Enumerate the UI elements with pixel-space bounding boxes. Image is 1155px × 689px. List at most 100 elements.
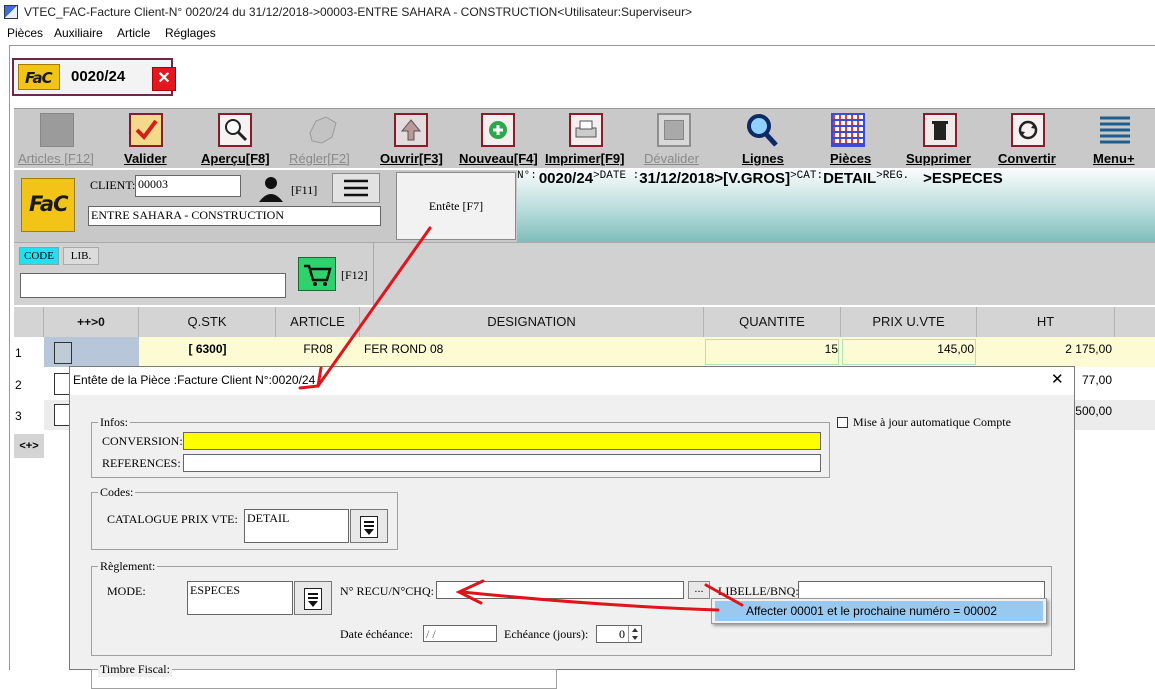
cart-button[interactable] [298,257,336,291]
close-tab-button[interactable]: ✕ [152,67,176,91]
new-plus-icon [481,113,515,147]
col-prix[interactable]: PRIX U.VTE [841,307,977,337]
row-number: 1 [15,346,22,360]
menu-reglages[interactable]: Réglages [165,26,216,40]
tab-lib[interactable]: LIB. [63,247,99,265]
codes-group: Codes: CATALOGUE PRIX VTE: DETAIL [91,485,398,550]
due-days-label: Echéance (jours): [504,627,589,641]
col-qstk[interactable]: Q.STK [139,307,276,337]
catalogue-dropdown-button[interactable] [350,509,388,543]
document-summary: N°: 0020/24>DATE :31/12/2018>[V.GROS]>CAT… [517,170,1003,187]
unvalidate-button[interactable]: Dévalider [640,109,712,169]
row-number: 2 [15,378,22,392]
spinner-arrows-icon [632,628,638,640]
table-row[interactable]: 1 [ 6300] FR08 FER ROND 08 15 145,00 2 1… [14,337,1155,367]
mode-label: MODE: [107,584,146,598]
menu-plus-button[interactable]: Menu+ [1086,109,1146,169]
convert-button[interactable]: Convertir [992,109,1064,169]
auto-update-checkbox[interactable] [837,417,848,428]
libelle-input[interactable] [798,581,1045,599]
client-person-button[interactable]: [F11] [256,174,328,204]
menu-pieces[interactable]: Pièces [7,26,43,40]
mode-input[interactable]: ESPECES [187,581,293,615]
recu-ellipsis-button[interactable]: ... [688,581,710,599]
document-number: 0020/24 [71,68,126,85]
fac-icon: FaC [18,64,60,90]
due-days-spinner[interactable] [628,626,641,642]
references-label: REFERENCES: [102,456,181,470]
settle-button[interactable]: Régler[F2] [286,109,360,169]
entete-button[interactable]: Entête [F7] [396,172,516,240]
articles-icon [40,113,74,147]
catalogue-input[interactable]: DETAIL [244,509,349,543]
pieces-button[interactable]: Pièces [818,109,882,169]
toolbar: Articles [F12] Valider Aperçu[F8] Régler… [14,108,1155,168]
unvalidate-icon [657,113,691,147]
app-icon [4,5,18,19]
validate-button[interactable]: Valider [114,109,184,169]
due-date-label: Date échéance: [340,627,413,641]
print-button[interactable]: Imprimer[F9] [542,109,632,169]
hamburger-icon [344,179,368,197]
preview-button[interactable]: Aperçu[F8] [198,109,274,169]
document-header-strip: N°: 0020/24>DATE :31/12/2018>[V.GROS]>CAT… [517,170,1155,242]
client-name-input[interactable]: ENTRE SAHARA - CONSTRUCTION [88,206,381,226]
menu-article[interactable]: Article [117,26,150,40]
entete-dialog: Entête de la Pièce :Facture Client N°:00… [69,366,1075,689]
cell-prix[interactable]: 145,00 [841,342,974,356]
client-label: CLIENT: [90,178,136,192]
grid-footer-marker[interactable]: <+> [14,434,44,458]
recu-input[interactable] [436,581,684,599]
cell-article: FR08 [303,342,333,356]
auto-update-label: Mise à jour automatique Compte [853,415,1011,429]
open-button[interactable]: Ouvrir[F3] [378,109,446,169]
dialog-titlebar: Entête de la Pièce :Facture Client N°:00… [70,367,1074,395]
document-tab[interactable]: FaC 0020/24 ✕ [12,58,176,96]
settle-map-icon [306,113,340,147]
menu-lines-icon [1098,113,1132,147]
conversion-input[interactable] [183,432,821,450]
catalogue-label: CATALOGUE PRIX VTE: [107,512,238,526]
recu-popup-menu: Affecter 00001 et le prochaine numéro = … [711,598,1047,624]
list-arrow-icon [304,588,322,610]
col-toggle[interactable]: ++>0 [44,307,139,337]
row-number: 3 [15,409,22,423]
col-designation[interactable]: DESIGNATION [360,307,704,337]
dialog-close-button[interactable]: ✕ [1051,370,1064,388]
client-code-input[interactable]: 00003 [135,175,241,197]
col-quantite[interactable]: QUANTITE [704,307,841,337]
conversion-label: CONVERSION: [102,434,183,448]
col-article[interactable]: ARTICLE [276,307,360,337]
client-menu-button[interactable] [332,173,380,203]
references-input[interactable] [183,454,821,472]
menu-auxiliaire[interactable]: Auxiliaire [54,26,103,40]
list-arrow-icon [360,516,378,538]
col-ht[interactable]: HT [977,307,1115,337]
menu-bar: Pièces Auxiliaire Article Réglages [0,24,1155,44]
search-input[interactable] [20,273,286,298]
articles-button[interactable]: Articles [F12] [14,109,106,169]
search-strip: CODE LIB. [F12] [14,242,1155,305]
due-date-input[interactable]: / / [423,625,497,642]
window-title: VTEC_FAC-Facture Client-N° 0020/24 du 31… [24,5,693,19]
pieces-grid-icon [831,113,865,147]
preview-magnifier-icon [218,113,252,147]
lines-search-icon [744,113,778,147]
infos-group: Infos: CONVERSION: REFERENCES: [91,415,830,478]
new-button[interactable]: Nouveau[F4] [456,109,540,169]
row-checkbox[interactable] [54,342,72,364]
col-extra [1115,307,1155,337]
cart-key-label: [F12] [341,268,368,282]
recu-label: N° RECU/N°CHQ: [340,584,434,598]
popup-item-assign-number[interactable]: Affecter 00001 et le prochaine numéro = … [715,601,1043,621]
delete-button[interactable]: Supprimer [900,109,980,169]
printer-icon [569,113,603,147]
search-box: CODE LIB. [F12] [14,243,374,305]
cell-quantite[interactable]: 15 [704,342,838,356]
tab-code[interactable]: CODE [19,247,59,265]
mode-dropdown-button[interactable] [294,581,332,615]
fac-logo-icon: FaC [21,178,75,232]
grid-corner [14,307,44,337]
person-icon [259,177,283,202]
lines-button[interactable]: Lignes [732,109,794,169]
